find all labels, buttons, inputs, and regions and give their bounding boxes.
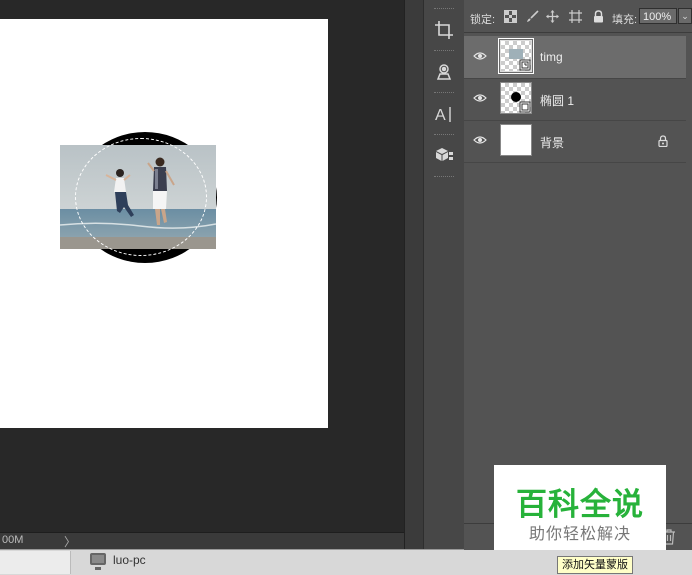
layer-name[interactable]: timg [540, 50, 563, 64]
layer-row-ellipse[interactable]: 椭圆 1 [464, 78, 686, 121]
lock-label: 锁定: [470, 14, 496, 26]
status-bar: 00M 〉 [0, 532, 404, 549]
type-tool-icon[interactable]: A [424, 98, 464, 130]
layer-thumbnail-ellipse [500, 82, 532, 114]
status-menu-arrow[interactable]: 〉 [64, 533, 76, 550]
stamp-icon[interactable] [424, 56, 464, 88]
panel-icon-strip: A [423, 0, 465, 549]
layer-name[interactable]: 背景 [540, 134, 564, 151]
3d-material-icon[interactable] [424, 140, 464, 172]
lock-position-move-icon[interactable] [546, 10, 559, 23]
doc-size-readout: 00M [2, 534, 24, 546]
fill-opacity-input[interactable]: 100% [639, 8, 677, 24]
layer-thumbnail-background [500, 124, 532, 156]
eye-icon[interactable] [473, 133, 487, 147]
lock-brush-icon[interactable] [526, 10, 539, 23]
tooltip: 添加矢量蒙版 [557, 556, 633, 574]
panel-dock-collapse-strip[interactable] [404, 0, 423, 549]
lock-icon[interactable] [657, 134, 669, 148]
strip-separator [434, 176, 454, 177]
strip-separator [434, 134, 454, 135]
layer-name[interactable]: 椭圆 1 [540, 92, 574, 109]
layer-row-background[interactable]: 背景 [464, 120, 686, 163]
crop-icon[interactable] [424, 14, 464, 46]
svg-text:A: A [435, 107, 446, 124]
lock-all-icon[interactable] [592, 10, 605, 23]
watermark-subtitle: 助你轻松解决 [528, 526, 631, 543]
selection-marquee [75, 138, 207, 256]
divider [464, 32, 692, 33]
chevron-down-icon[interactable]: ⌄ [678, 8, 692, 24]
layer-thumbnail-smart-object [498, 38, 534, 74]
computer-label[interactable]: luo-pc [113, 553, 146, 567]
computer-icon[interactable] [90, 553, 106, 570]
lock-artboard-icon[interactable] [569, 10, 582, 23]
taskbar-thumbnail[interactable] [0, 551, 71, 574]
layer-row-timg[interactable]: timg [464, 36, 686, 79]
canvas-area[interactable] [0, 0, 404, 532]
strip-separator [434, 92, 454, 93]
eye-icon[interactable] [473, 91, 487, 105]
lock-row: 锁定: 填充: 100% ⌄ [464, 6, 692, 28]
corner-bracket-icon [498, 38, 534, 74]
eye-icon[interactable] [473, 49, 487, 63]
watermark-logo: 百科全说 助你轻松解决 [494, 465, 666, 550]
strip-separator [434, 50, 454, 51]
fill-label: 填充: [612, 14, 638, 26]
lock-transparency-icon[interactable] [504, 10, 517, 23]
strip-separator [434, 8, 454, 9]
watermark-title: 百科全说 [516, 487, 644, 522]
